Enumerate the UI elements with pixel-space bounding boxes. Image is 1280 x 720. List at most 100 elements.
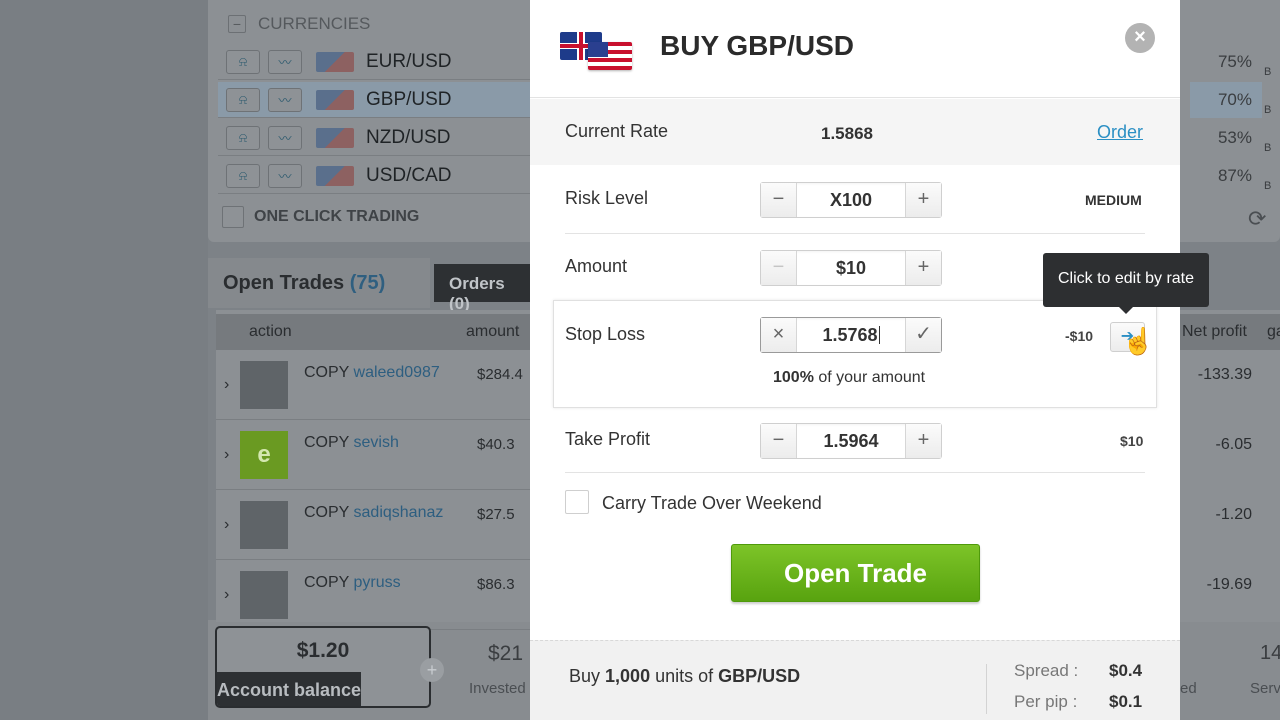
column-gain[interactable]: ga [1267, 323, 1280, 341]
stop-loss-value-field[interactable]: 1.5768 [797, 318, 905, 352]
avatar [240, 360, 288, 409]
refresh-icon[interactable]: ⟳ [1248, 206, 1266, 232]
chevron-right-icon[interactable]: › [224, 376, 236, 394]
take-profit-increase-button[interactable]: + [905, 424, 941, 458]
chevron-right-icon[interactable]: › [224, 446, 236, 464]
stop-loss-percent-suffix: of your amount [813, 369, 926, 386]
bell-icon[interactable]: ⍾ [226, 163, 260, 188]
currency-percent: 87% [1217, 166, 1252, 185]
right-stat-label-partial: ed [1180, 680, 1197, 697]
footer-separator [986, 664, 987, 714]
summary-pair: GBP/USD [718, 666, 801, 686]
currency-percent: 70% [1190, 82, 1262, 118]
avatar [240, 570, 288, 619]
trade-amount: $284.4 [477, 366, 523, 383]
trade-row[interactable]: › COPY waleed0987 $284.4 [216, 350, 530, 420]
right-stat-value: 14 [1260, 642, 1280, 664]
bell-icon[interactable]: ⍾ [226, 87, 260, 112]
risk-increase-button[interactable]: + [905, 183, 941, 217]
stop-loss-clear-button[interactable]: × [761, 318, 797, 352]
left-sidebar-background [0, 0, 208, 720]
order-link[interactable]: Order [1097, 122, 1143, 143]
tab-orders[interactable]: Orders (0) [434, 264, 544, 313]
currency-percent: 75% [1217, 52, 1252, 71]
percent-suffix: B [1264, 142, 1272, 154]
currency-row-usdcad[interactable]: ⍾ 〰 USD/CAD [218, 158, 538, 194]
risk-level-text: MEDIUM [1085, 192, 1142, 208]
carry-weekend-label[interactable]: Carry Trade Over Weekend [602, 493, 822, 514]
column-amount[interactable]: amount [466, 323, 519, 341]
trader-name[interactable]: sadiqshanaz [354, 504, 444, 521]
stop-loss-percent-text: 100% of your amount [773, 369, 925, 387]
trade-row[interactable]: › COPY sadiqshanaz $27.5 [216, 490, 530, 560]
percent-suffix: B [1264, 104, 1272, 116]
one-click-trading[interactable]: ONE CLICK TRADING [222, 206, 419, 228]
account-balance[interactable]: $1.20 Account balance [215, 626, 431, 708]
currencies-title: CURRENCIES [258, 14, 371, 33]
bell-icon[interactable]: ⍾ [226, 125, 260, 150]
trader-name[interactable]: pyruss [354, 574, 401, 591]
chevron-right-icon[interactable]: › [224, 586, 236, 604]
chart-icon[interactable]: 〰 [268, 163, 302, 188]
open-trade-button[interactable]: Open Trade [731, 544, 980, 602]
trade-amount: $86.3 [477, 576, 515, 593]
trader-name[interactable]: sevish [354, 434, 399, 451]
invested-value: $21 [488, 642, 524, 665]
currency-pair: NZD/USD [366, 126, 451, 148]
spread-value: $0.4 [1109, 661, 1143, 680]
take-profit-value[interactable]: 1.5964 [797, 424, 905, 458]
currency-row-gbpusd[interactable]: ⍾ 〰 GBP/USD [218, 82, 538, 118]
percent-suffix: B [1264, 66, 1272, 78]
stop-loss-label: Stop Loss [565, 324, 646, 344]
trade-row[interactable]: › COPY pyruss $86.3 [216, 560, 530, 630]
trade-row[interactable]: › e COPY sevish $40.3 [216, 420, 530, 490]
take-profit-label: Take Profit [565, 429, 651, 449]
currency-row-eurusd[interactable]: ⍾ 〰 EUR/USD [218, 44, 538, 80]
flag-icon [316, 51, 354, 72]
buy-trade-dialog: BUY GBP/USD × Current Rate 1.5868 Order … [530, 0, 1209, 720]
stop-loss-confirm-button[interactable]: ✓ [905, 318, 941, 352]
take-profit-stepper: − 1.5964 + [760, 423, 942, 459]
bell-icon[interactable]: ⍾ [226, 49, 260, 74]
chart-icon[interactable]: 〰 [268, 49, 302, 74]
amount-increase-button[interactable]: + [905, 251, 941, 285]
edit-by-rate-tooltip: Click to edit by rate [1043, 253, 1209, 314]
currency-pair: USD/CAD [366, 164, 452, 186]
one-click-checkbox[interactable] [222, 206, 244, 228]
column-action[interactable]: action [249, 323, 292, 341]
add-funds-icon[interactable]: + [420, 658, 444, 682]
amount-decrease-button[interactable]: − [761, 251, 797, 285]
invested-label: Invested [469, 680, 526, 697]
chevron-right-icon[interactable]: › [224, 516, 236, 534]
flag-icon [316, 127, 354, 148]
column-net-profit[interactable]: Net profit [1182, 323, 1247, 341]
trader-name[interactable]: waleed0987 [354, 364, 440, 381]
open-trades-label: Open Trades [223, 272, 345, 294]
carry-weekend-checkbox[interactable] [565, 490, 589, 514]
collapse-icon[interactable]: − [228, 15, 246, 33]
copy-label: COPY sadiqshanaz [304, 504, 444, 521]
risk-level-stepper: − X100 + [760, 182, 942, 218]
copy-label: COPY pyruss [304, 574, 401, 591]
balance-value: $1.20 [296, 639, 350, 662]
currencies-header[interactable]: − CURRENCIES [218, 8, 538, 40]
tab-open-trades[interactable]: Open Trades (75) [208, 258, 430, 308]
chart-icon[interactable]: 〰 [268, 125, 302, 150]
net-profit-value: -19.69 [1206, 576, 1252, 593]
take-profit-decrease-button[interactable]: − [761, 424, 797, 458]
risk-level-value[interactable]: X100 [797, 183, 905, 217]
balance-label: Account balance [217, 672, 362, 706]
spread-label: Spread : [1014, 661, 1079, 680]
avatar [240, 500, 288, 549]
units-value: 1,000 [605, 666, 651, 686]
amount-label: Amount [565, 256, 628, 276]
risk-decrease-button[interactable]: − [761, 183, 797, 217]
close-button[interactable]: × [1125, 23, 1155, 53]
currency-row-nzdusd[interactable]: ⍾ 〰 NZD/USD [218, 120, 538, 156]
trades-header: action amount [216, 314, 530, 350]
chart-icon[interactable]: 〰 [268, 87, 302, 112]
avatar: e [240, 430, 288, 479]
currency-pair: GBP/USD [366, 88, 452, 110]
amount-value[interactable]: $10 [797, 251, 905, 285]
stop-loss-money: -$10 [1065, 328, 1094, 344]
